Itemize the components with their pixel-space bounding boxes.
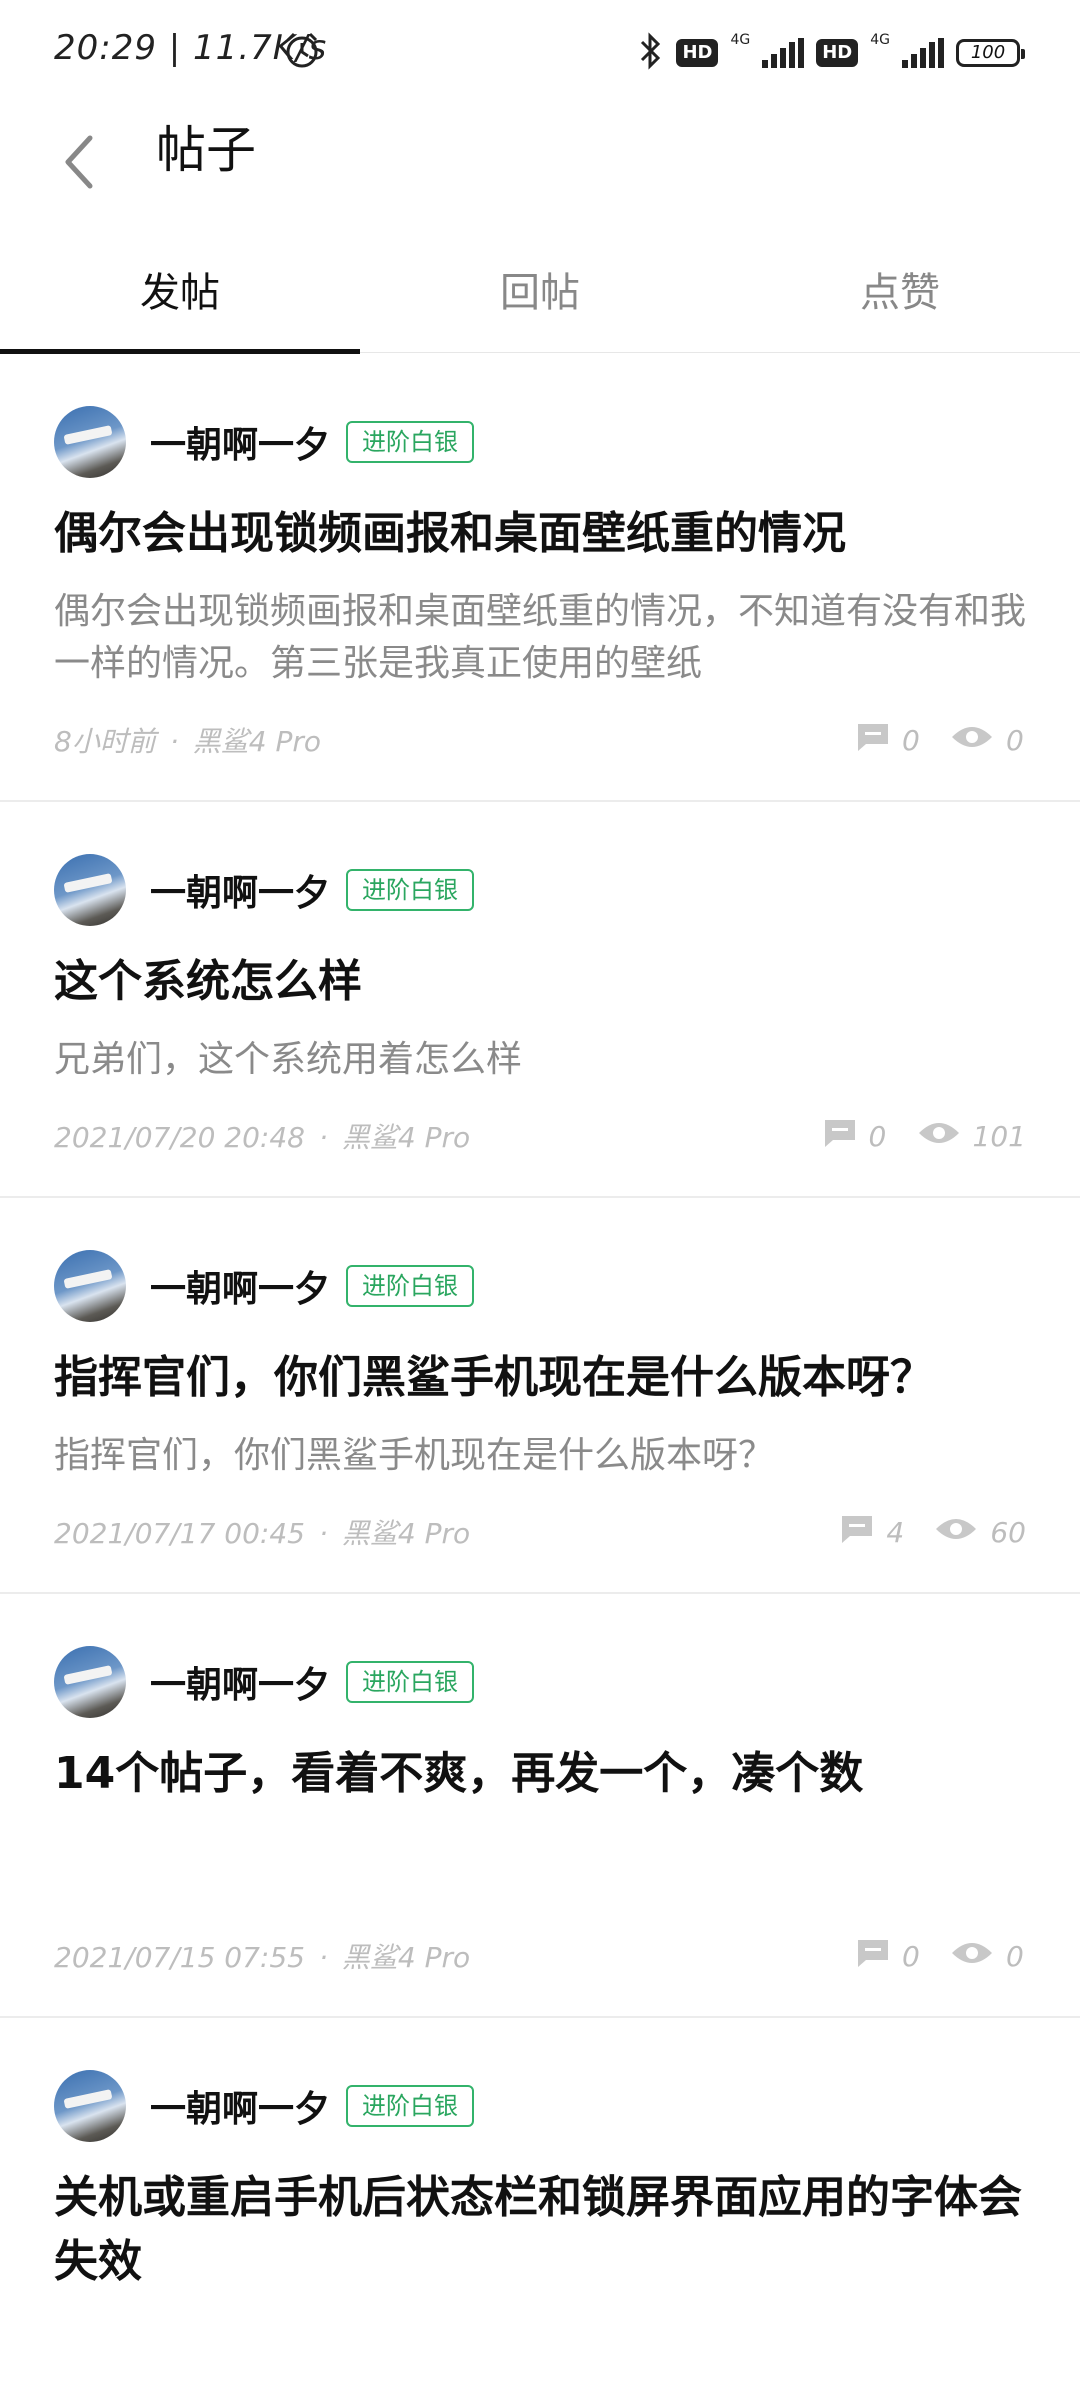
eye-icon xyxy=(934,1515,978,1550)
post-device: 黑鲨4 Pro xyxy=(341,1517,471,1550)
level-badge: 进阶白银 xyxy=(346,2085,475,2127)
avatar[interactable] xyxy=(54,1646,126,1718)
avatar[interactable] xyxy=(54,854,126,926)
comment-count: 4 xyxy=(886,1515,905,1549)
signal-icon xyxy=(762,38,805,68)
comment-count: 0 xyxy=(902,723,920,757)
level-badge: 进阶白银 xyxy=(346,1265,475,1307)
username[interactable]: 一朝啊一夕 xyxy=(150,864,330,916)
post-list: 一朝啊一夕 进阶白银 偶尔会出现锁频画报和桌面壁纸重的情况 偶尔会出现锁频画报和… xyxy=(0,354,1080,2294)
network-type-label: 4G xyxy=(730,32,751,48)
username[interactable]: 一朝啊一夕 xyxy=(150,1260,330,1312)
view-count: 0 xyxy=(1006,1939,1024,1973)
username[interactable]: 一朝啊一夕 xyxy=(150,1656,330,1708)
post-author-row: 一朝啊一夕 进阶白银 xyxy=(54,1644,1026,1720)
tab-likes[interactable]: 点赞 xyxy=(720,260,1080,318)
post-meta: 2021/07/17 00:45 · 黑鲨4 Pro 4 60 xyxy=(54,1506,1026,1558)
post-item[interactable]: 一朝啊一夕 进阶白银 指挥官们，你们黑鲨手机现在是什么版本呀？ 指挥官们，你们黑… xyxy=(0,1248,1080,1594)
level-badge: 进阶白银 xyxy=(346,421,475,463)
post-author-row: 一朝啊一夕 进阶白银 xyxy=(54,852,1026,928)
post-author-row: 一朝啊一夕 进阶白银 xyxy=(54,1248,1026,1324)
bluetooth-icon xyxy=(638,32,664,74)
hd-icon-2: HD xyxy=(816,39,859,67)
post-author-row: 一朝啊一夕 进阶白银 xyxy=(54,404,1026,480)
post-title: 关机或重启手机后状态栏和锁屏界面应用的字体会失效 xyxy=(54,2172,1022,2287)
post-title: 14个帖子，看着不爽，再发一个，凑个数 xyxy=(54,1748,864,1799)
meta-separator: · xyxy=(169,725,179,758)
back-button[interactable] xyxy=(56,120,106,190)
comment-count: 0 xyxy=(868,1119,887,1153)
post-time: 2021/07/15 07:55 xyxy=(54,1941,305,1974)
post-meta: 2021/07/20 20:48 · 黑鲨4 Pro 0 101 xyxy=(54,1110,1026,1162)
post-body: 兄弟们，这个系统用着怎么样 xyxy=(54,1039,523,1080)
battery-icon: 100 xyxy=(956,39,1025,67)
level-badge: 进阶白银 xyxy=(346,869,475,911)
post-item[interactable]: 一朝啊一夕 进阶白银 14个帖子，看着不爽，再发一个，凑个数 2021/07/1… xyxy=(0,1644,1080,2018)
meta-separator: · xyxy=(318,1517,328,1550)
post-title: 偶尔会出现锁频画报和桌面壁纸重的情况 xyxy=(54,508,846,559)
level-badge: 进阶白银 xyxy=(346,1661,475,1703)
meta-separator: · xyxy=(318,1121,328,1154)
page-title: 帖子 xyxy=(156,121,256,179)
username[interactable]: 一朝啊一夕 xyxy=(150,416,330,468)
username[interactable]: 一朝啊一夕 xyxy=(150,2080,330,2132)
post-meta: 2021/07/15 07:55 · 黑鲨4 Pro 0 0 xyxy=(54,1930,1026,1982)
back-arrow-icon xyxy=(65,135,93,189)
view-count: 0 xyxy=(1006,723,1024,757)
status-bar: 20:29 | 11.7K/s HD 4G HD 4G 100 xyxy=(0,0,1080,100)
post-title: 这个系统怎么样 xyxy=(54,956,362,1007)
comment-icon xyxy=(856,1938,890,1975)
post-time: 2021/07/20 20:48 xyxy=(54,1121,305,1154)
avatar[interactable] xyxy=(54,406,126,478)
post-device: 黑鲨4 Pro xyxy=(341,1941,471,1974)
post-item[interactable]: 一朝啊一夕 进阶白银 关机或重启手机后状态栏和锁屏界面应用的字体会失效 xyxy=(0,2068,1080,2294)
app-bar: 帖子 xyxy=(0,100,1080,230)
eye-icon xyxy=(950,1939,994,1974)
network-type-label-2: 4G xyxy=(870,32,890,48)
post-body: 指挥官们，你们黑鲨手机现在是什么版本呀？ xyxy=(54,1435,775,1476)
post-item[interactable]: 一朝啊一夕 进阶白银 偶尔会出现锁频画报和桌面壁纸重的情况 偶尔会出现锁频画报和… xyxy=(0,404,1080,802)
avatar[interactable] xyxy=(54,2070,126,2142)
comment-icon xyxy=(856,722,890,759)
comment-icon xyxy=(840,1514,874,1551)
post-time: 8小时前 xyxy=(54,725,156,758)
view-count: 60 xyxy=(990,1515,1026,1549)
view-count: 101 xyxy=(972,1119,1026,1153)
avatar[interactable] xyxy=(54,1250,126,1322)
post-time: 2021/07/17 00:45 xyxy=(54,1517,305,1550)
post-meta: 8小时前 · 黑鲨4 Pro 0 0 xyxy=(54,714,1026,766)
post-body xyxy=(54,1826,1026,1906)
signal-icon-2 xyxy=(902,38,944,68)
meta-separator: · xyxy=(318,1941,328,1974)
eye-icon xyxy=(950,723,994,758)
comment-icon xyxy=(823,1118,857,1155)
post-title: 指挥官们，你们黑鲨手机现在是什么版本呀？ xyxy=(54,1352,934,1403)
eye-icon xyxy=(917,1119,961,1154)
tab-posts[interactable]: 发帖 xyxy=(0,260,360,318)
post-item[interactable]: 一朝啊一夕 进阶白银 这个系统怎么样 兄弟们，这个系统用着怎么样 2021/07… xyxy=(0,852,1080,1198)
comment-count: 0 xyxy=(902,1939,920,1973)
alarm-icon xyxy=(282,30,322,74)
post-device: 黑鲨4 Pro xyxy=(341,1121,471,1154)
tab-replies[interactable]: 回帖 xyxy=(360,260,720,318)
tab-bar: 发帖 回帖 点赞 xyxy=(0,230,1080,354)
post-device: 黑鲨4 Pro xyxy=(192,725,321,758)
post-body: 偶尔会出现锁频画报和桌面壁纸重的情况，不知道有没有和我一样的情况。第三张是我真正… xyxy=(54,591,1027,684)
hd-icon: HD xyxy=(676,39,719,67)
post-author-row: 一朝啊一夕 进阶白银 xyxy=(54,2068,1026,2144)
